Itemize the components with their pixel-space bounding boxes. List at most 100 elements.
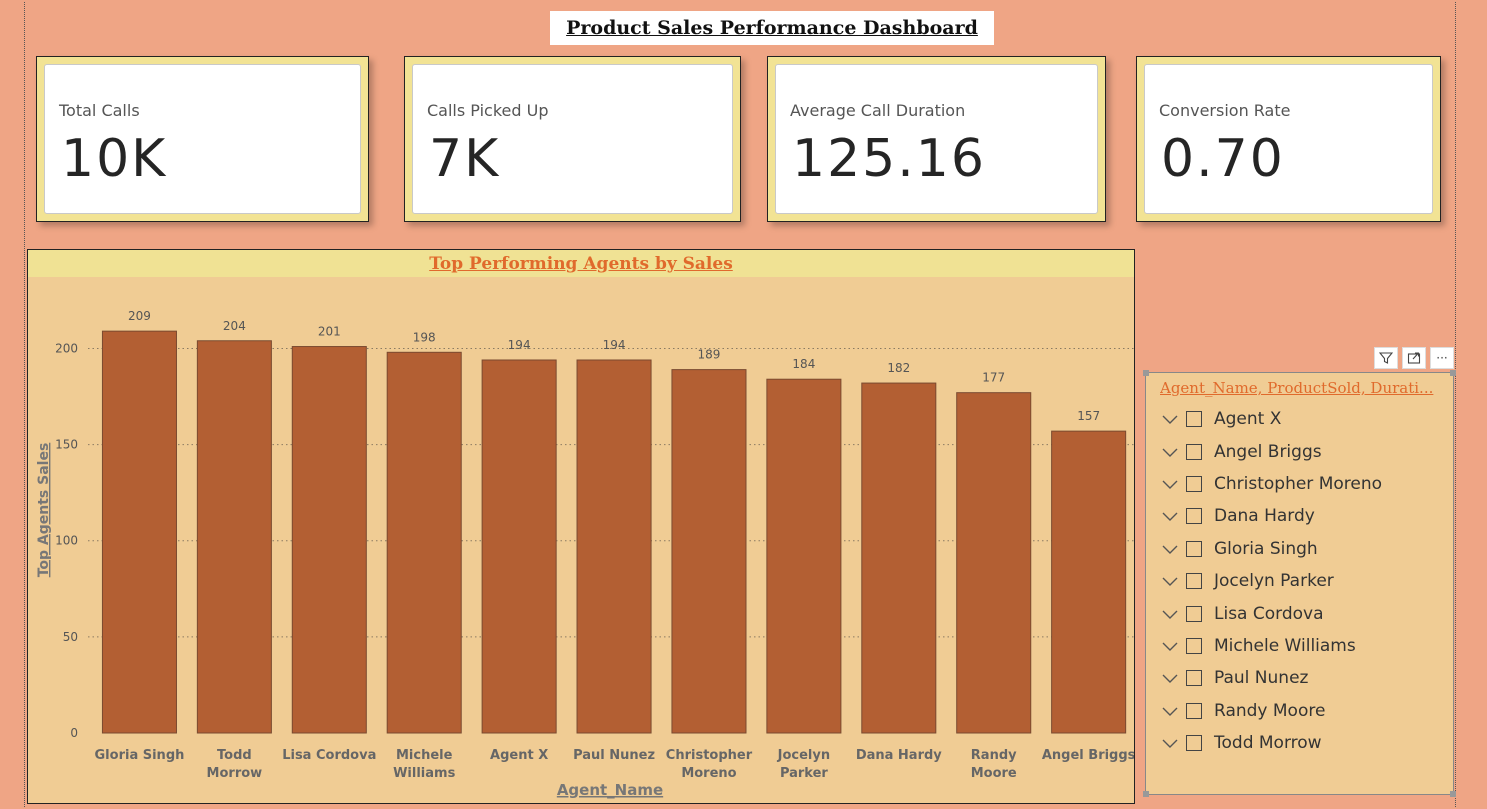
x-tick-label: Gloria Singh [95,748,185,763]
slicer-item[interactable]: Agent X [1160,403,1450,435]
slicer-item-label: Randy Moore [1214,700,1326,721]
resize-handle[interactable] [1143,791,1149,797]
bar [481,359,557,734]
bar [576,359,652,734]
x-tick-label: Williams [393,766,455,781]
slicer-item[interactable]: Paul Nunez [1160,662,1450,694]
data-label: 182 [887,361,910,375]
kpi-value: 0.70 [1161,129,1285,189]
slicer-checkbox[interactable] [1186,443,1202,460]
chevron-down-icon[interactable] [1160,704,1180,718]
slicer-checkbox[interactable] [1186,573,1202,590]
bar [671,369,747,734]
x-tick-label: Parker [780,766,828,781]
kpi-card-inner: Total Calls 10K [44,64,361,214]
resize-handle[interactable] [1450,791,1456,797]
bar [291,346,367,734]
chevron-down-icon[interactable] [1160,477,1180,491]
kpi-value: 7K [429,129,501,189]
x-tick-label: Dana Hardy [856,748,942,763]
chevron-down-icon[interactable] [1160,607,1180,621]
focus-mode-icon[interactable] [1402,347,1426,369]
x-tick-label: Morrow [207,766,263,781]
slicer-checkbox[interactable] [1186,540,1202,557]
bar [386,351,462,734]
bar [101,330,177,734]
x-tick-label: Lisa Cordova [282,748,376,763]
chevron-down-icon[interactable] [1160,671,1180,685]
slicer-item[interactable]: Todd Morrow [1160,727,1450,759]
slicer-item[interactable]: Michele Williams [1160,630,1450,662]
chevron-down-icon[interactable] [1160,639,1180,653]
slicer-item[interactable]: Jocelyn Parker [1160,565,1450,597]
x-tick-label: Moore [971,766,1017,781]
slicer-item[interactable]: Randy Moore [1160,695,1450,727]
dashboard-title-box: Product Sales Performance Dashboard [550,11,994,45]
chevron-down-icon[interactable] [1160,509,1180,523]
slicer-item-label: Christopher Moreno [1214,473,1383,494]
kpi-value: 125.16 [792,129,986,189]
bar [1051,430,1127,734]
resize-handle[interactable] [1143,370,1149,376]
slicer-item-label: Todd Morrow [1214,733,1322,754]
x-axis-label: Agent_Name [557,781,663,799]
kpi-card-average-call-duration[interactable]: Average Call Duration 125.16 [767,56,1106,222]
kpi-card-total-calls[interactable]: Total Calls 10K [36,56,369,222]
agent-slicer[interactable]: Agent_Name, ProductSold, Durati... Agent… [1143,370,1456,797]
data-label: 194 [603,338,626,352]
slicer-checkbox[interactable] [1186,508,1202,525]
kpi-card-conversion-rate[interactable]: Conversion Rate 0.70 [1136,56,1441,222]
y-tick-label: 100 [55,534,78,548]
x-tick-label: Michele [396,748,453,763]
data-label: 194 [508,338,531,352]
slicer-item[interactable]: Gloria Singh [1160,533,1450,565]
kpi-card-inner: Average Call Duration 125.16 [775,64,1098,214]
slicer-item[interactable]: Lisa Cordova [1160,597,1450,629]
data-label: 177 [982,371,1005,385]
x-tick-label: Moreno [681,766,736,781]
kpi-label: Total Calls [59,101,140,120]
slicer-checkbox[interactable] [1186,605,1202,622]
x-tick-label: Angel Briggs [1042,748,1134,763]
more-options-icon[interactable]: ··· [1430,347,1454,369]
bar [861,382,937,734]
bar-chart-svg: 0 50 100 150 200 Top Agents Sales 209 Gloria Si… [36,309,1134,799]
chevron-down-icon[interactable] [1160,445,1180,459]
kpi-label: Conversion Rate [1159,101,1291,120]
slicer-checkbox[interactable] [1186,475,1202,492]
bar-chart-panel[interactable]: 0 50 100 150 200 Top Agents Sales 209 Gloria Si… [27,249,1135,804]
x-tick-label: Todd [217,748,252,763]
x-tick-label: Jocelyn [777,748,830,763]
slicer-item[interactable]: Angel Briggs [1160,435,1450,467]
slicer-checkbox[interactable] [1186,735,1202,752]
slicer-item[interactable]: Christopher Moreno [1160,468,1450,500]
chevron-down-icon[interactable] [1160,574,1180,588]
filter-icon[interactable] [1374,347,1398,369]
slicer-title: Agent_Name, ProductSold, Durati... [1160,379,1434,397]
kpi-label: Average Call Duration [790,101,966,120]
x-tick-label: Paul Nunez [573,748,655,763]
kpi-value: 10K [61,129,168,189]
bar [956,392,1032,734]
x-tick-label: Randy [971,748,1017,763]
slicer-checkbox[interactable] [1186,702,1202,719]
slicer-item-label: Lisa Cordova [1214,603,1324,624]
dashboard-title: Product Sales Performance Dashboard [566,17,978,39]
data-label: 204 [223,319,246,333]
slicer-item-label: Jocelyn Parker [1214,571,1334,592]
slicer-item[interactable]: Dana Hardy [1160,500,1450,532]
slicer-checkbox[interactable] [1186,637,1202,654]
chevron-down-icon[interactable] [1160,736,1180,750]
resize-handle[interactable] [1450,370,1456,376]
slicer-checkbox[interactable] [1186,670,1202,687]
kpi-card-inner: Calls Picked Up 7K [412,64,733,214]
kpi-label: Calls Picked Up [427,101,549,120]
slicer-item-label: Gloria Singh [1214,538,1318,559]
chevron-down-icon[interactable] [1160,542,1180,556]
kpi-card-calls-picked-up[interactable]: Calls Picked Up 7K [404,56,741,222]
data-label: 184 [792,357,815,371]
slicer-checkbox[interactable] [1186,411,1202,428]
x-tick-label: Christopher [666,748,753,763]
data-label: 157 [1077,409,1100,423]
chevron-down-icon[interactable] [1160,412,1180,426]
